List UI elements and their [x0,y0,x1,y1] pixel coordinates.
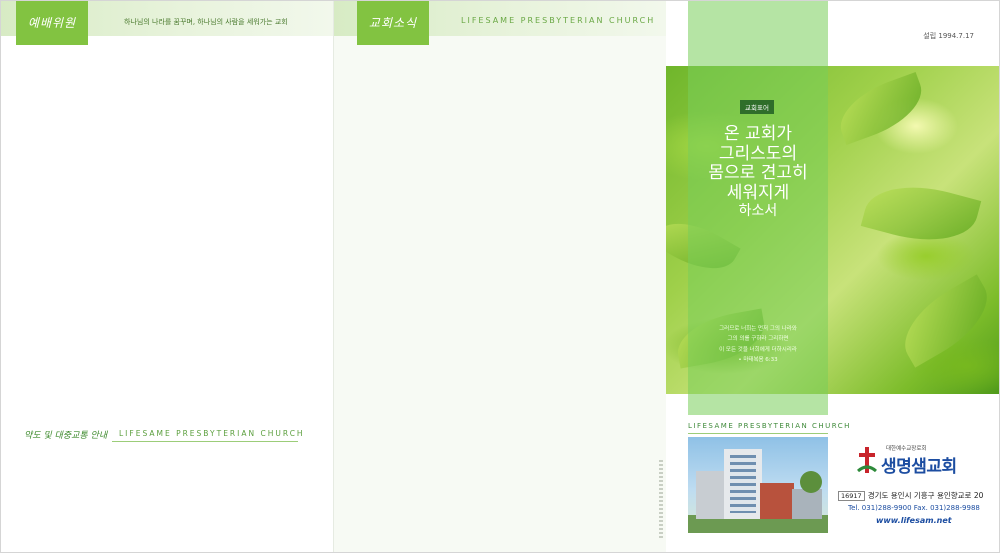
church-name: 생명샘교회 [881,457,957,477]
motto-line: 세워지게 [726,182,790,203]
building-block [696,471,726,519]
cover-panel: 설립 1994.7.17 교회표어 온 교회가 그리스도의 몸으로 견고히 세워… [666,0,1000,553]
church-news-tab: 교회소식 [357,0,429,45]
motto-line: 하소서 [738,203,778,220]
verse-line: 그의 의를 구하라 그리하면 [727,336,789,343]
band-slogan: 하나님의 나라를 꿈꾸며, 하나님의 사람을 세워가는 교회 [124,18,288,26]
church-name-english: LIFESAME PRESBYTERIAN CHURCH [461,16,656,25]
address-text: 경기도 용인시 기흥구 용인향교로 20 [867,491,984,500]
worship-committee-tab: 예배위원 [16,0,88,45]
worship-panel: 예배위원 하나님의 나라를 꿈꾸며, 하나님의 사람을 세워가는 교회 약도 및… [0,0,333,553]
website-link[interactable]: www.lifesam.net [876,516,952,525]
divider-line [688,433,828,434]
verse-reference: • 마태복음 6:33 [738,357,778,364]
leaf-shape [860,172,982,255]
motto-line: 몸으로 견고히 [708,163,808,184]
motto-line: 그리스도의 [718,143,798,164]
divider-line [112,441,298,442]
church-name-english: LIFESAME PRESBYTERIAN CHURCH [119,429,305,438]
directions-heading: 약도 및 대중교통 안내 [24,431,108,441]
phone-fax: Tel. 031)288-9900 Fax. 031)288-9988 [848,504,980,512]
founding-date: 설립 1994.7.17 [923,32,974,40]
church-address: 16917 경기도 용인시 기흥구 용인향교로 20 [838,490,983,501]
church-logo: 대한예수교장로회 생명샘교회 [856,443,971,479]
building-block [760,483,794,519]
motto-badge: 교회표어 [740,100,774,114]
church-name-english: LIFESAME PRESBYTERIAN CHURCH [688,422,851,430]
church-building-photo [688,437,828,533]
leaf-shape [890,274,1000,368]
verse-line: 이 모든 것을 너희에게 더하시리라 [719,346,797,353]
verse-line: 그러므로 너희는 먼저 그의 나라와 [719,326,797,332]
tree [800,471,822,493]
print-credit [659,460,663,540]
church-motto: 온 교회가 그리스도의 몸으로 견고히 세워지게 하소서 [688,124,828,220]
bible-verse: 그러므로 너희는 먼저 그의 나라와 그의 의를 구하라 그리하면 이 모든 것… [688,324,828,366]
building-block [792,489,822,519]
denomination-label: 대한예수교장로회 [886,446,927,452]
leaf-shape [831,71,931,146]
cross-icon [857,447,877,473]
zip-code: 16917 [838,491,865,501]
news-panel: 교회소식 LIFESAME PRESBYTERIAN CHURCH [333,0,666,553]
building-windows [730,455,756,513]
motto-line: 온 교회가 [724,124,792,144]
